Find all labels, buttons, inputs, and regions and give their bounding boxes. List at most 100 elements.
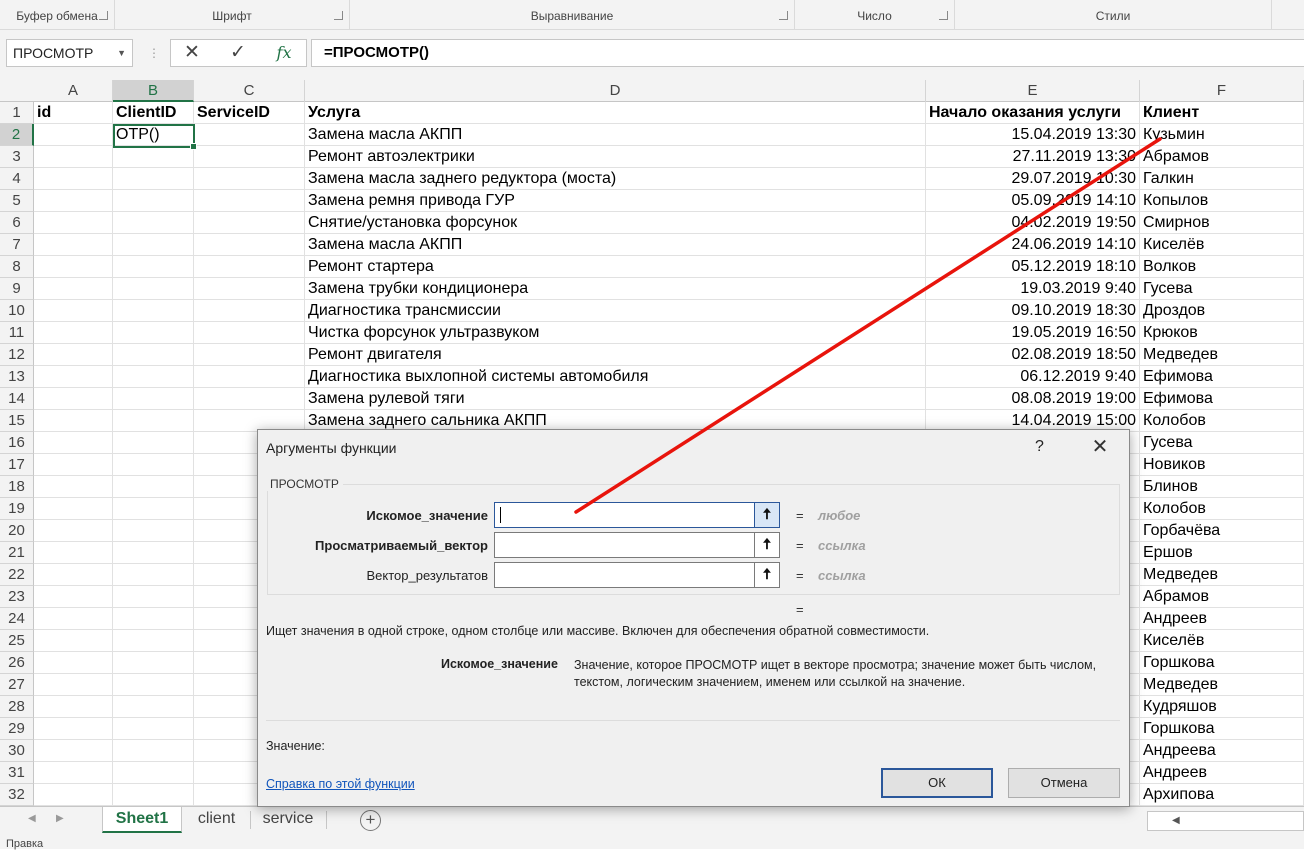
cell-serviceid[interactable] [194, 124, 305, 146]
cell-service[interactable]: Ремонт автоэлектрики [305, 146, 926, 168]
row-header[interactable]: 13 [0, 366, 34, 388]
cell-clientid[interactable] [113, 256, 194, 278]
help-icon[interactable]: ? [1035, 438, 1044, 456]
drag-handle-icon[interactable]: ⋮ [148, 46, 160, 60]
cell-date[interactable]: 27.11.2019 13:30 [926, 146, 1140, 168]
row-header[interactable]: 12 [0, 344, 34, 366]
cell-client[interactable]: Смирнов [1140, 212, 1304, 234]
cell-clientid[interactable] [113, 652, 194, 674]
column-header-b[interactable]: B [113, 80, 194, 102]
row-header[interactable]: 2 [0, 124, 34, 146]
cell-id[interactable] [34, 696, 113, 718]
cell-id[interactable] [34, 212, 113, 234]
next-sheet-icon[interactable]: ▶ [56, 813, 64, 824]
row-header[interactable]: 9 [0, 278, 34, 300]
tab-sheet1[interactable]: Sheet1 [102, 807, 182, 833]
cell-client[interactable]: Киселёв [1140, 630, 1304, 652]
cell-id[interactable] [34, 234, 113, 256]
formula-input[interactable]: =ПРОСМОТР() [311, 39, 1304, 67]
cell-date[interactable]: 05.12.2019 18:10 [926, 256, 1140, 278]
cell-client[interactable]: Абрамов [1140, 586, 1304, 608]
column-header-f[interactable]: F [1140, 80, 1304, 102]
row-header[interactable]: 28 [0, 696, 34, 718]
cell-service[interactable]: Замена рулевой тяги [305, 388, 926, 410]
cell-date[interactable]: 15.04.2019 13:30 [926, 124, 1140, 146]
cell-id[interactable] [34, 564, 113, 586]
cell-client[interactable]: Гусева [1140, 432, 1304, 454]
cell-clientid[interactable] [113, 278, 194, 300]
row-header[interactable]: 18 [0, 476, 34, 498]
row-header[interactable]: 11 [0, 322, 34, 344]
cell-serviceid[interactable] [194, 322, 305, 344]
cell-id[interactable] [34, 124, 113, 146]
row-header[interactable]: 30 [0, 740, 34, 762]
row-header[interactable]: 25 [0, 630, 34, 652]
cell-clientid[interactable] [113, 586, 194, 608]
cell-serviceid[interactable] [194, 388, 305, 410]
cell-client[interactable]: Горшкова [1140, 652, 1304, 674]
cell-date[interactable]: Начало оказания услуги [926, 102, 1140, 124]
cell-id[interactable] [34, 674, 113, 696]
cell-id[interactable] [34, 498, 113, 520]
cell-id[interactable] [34, 366, 113, 388]
row-header[interactable]: 6 [0, 212, 34, 234]
cell-serviceid[interactable] [194, 366, 305, 388]
dialog-launcher-icon[interactable] [779, 11, 788, 20]
cell-id[interactable] [34, 146, 113, 168]
cell-clientid[interactable] [113, 762, 194, 784]
cell-serviceid[interactable] [194, 234, 305, 256]
row-header[interactable]: 4 [0, 168, 34, 190]
cell-date[interactable]: 05.09.2019 14:10 [926, 190, 1140, 212]
cell-client[interactable]: Медведев [1140, 344, 1304, 366]
cell-client[interactable]: Ефимова [1140, 366, 1304, 388]
cell-clientid[interactable] [113, 608, 194, 630]
cell-clientid[interactable] [113, 344, 194, 366]
cell-clientid[interactable] [113, 168, 194, 190]
cell-date[interactable]: 24.06.2019 14:10 [926, 234, 1140, 256]
cell-client[interactable]: Кузьмин [1140, 124, 1304, 146]
cell-clientid[interactable] [113, 300, 194, 322]
cell-client[interactable]: Новиков [1140, 454, 1304, 476]
dialog-launcher-icon[interactable] [99, 11, 108, 20]
cell-id[interactable]: id [34, 102, 113, 124]
cell-serviceid[interactable] [194, 344, 305, 366]
cell-clientid[interactable] [113, 410, 194, 432]
cell-client[interactable]: Андреев [1140, 762, 1304, 784]
ok-button[interactable]: ОК [881, 768, 993, 798]
cell-clientid[interactable] [113, 674, 194, 696]
cell-client[interactable]: Горбачёва [1140, 520, 1304, 542]
help-link[interactable]: Справка по этой функции [266, 777, 415, 791]
cell-id[interactable] [34, 300, 113, 322]
column-header-e[interactable]: E [926, 80, 1140, 102]
cell-id[interactable] [34, 586, 113, 608]
cell-client[interactable]: Киселёв [1140, 234, 1304, 256]
cell-id[interactable] [34, 542, 113, 564]
row-header[interactable]: 1 [0, 102, 34, 124]
cell-clientid[interactable] [113, 718, 194, 740]
cell-id[interactable] [34, 388, 113, 410]
cell-clientid[interactable] [113, 564, 194, 586]
cell-clientid[interactable] [113, 630, 194, 652]
cell-id[interactable] [34, 322, 113, 344]
collapse-dialog-icon[interactable]: 🠅 [754, 502, 780, 528]
cell-client[interactable]: Гусева [1140, 278, 1304, 300]
row-header[interactable]: 24 [0, 608, 34, 630]
cell-id[interactable] [34, 784, 113, 806]
cell-clientid[interactable] [113, 784, 194, 806]
row-header[interactable]: 16 [0, 432, 34, 454]
cell-id[interactable] [34, 454, 113, 476]
row-header[interactable]: 22 [0, 564, 34, 586]
cell-serviceid[interactable] [194, 168, 305, 190]
cell-date[interactable]: 06.12.2019 9:40 [926, 366, 1140, 388]
cell-clientid[interactable] [113, 498, 194, 520]
cell-client[interactable]: Блинов [1140, 476, 1304, 498]
cell-id[interactable] [34, 190, 113, 212]
cell-client[interactable]: Горшкова [1140, 718, 1304, 740]
cell-service[interactable]: Чистка форсунок ультразвуком [305, 322, 926, 344]
cell-service[interactable]: Ремонт двигателя [305, 344, 926, 366]
insert-function-icon[interactable]: fx [270, 41, 298, 65]
cell-clientid[interactable] [113, 740, 194, 762]
row-header[interactable]: 23 [0, 586, 34, 608]
column-header-a[interactable]: A [34, 80, 113, 102]
cell-serviceid[interactable] [194, 278, 305, 300]
